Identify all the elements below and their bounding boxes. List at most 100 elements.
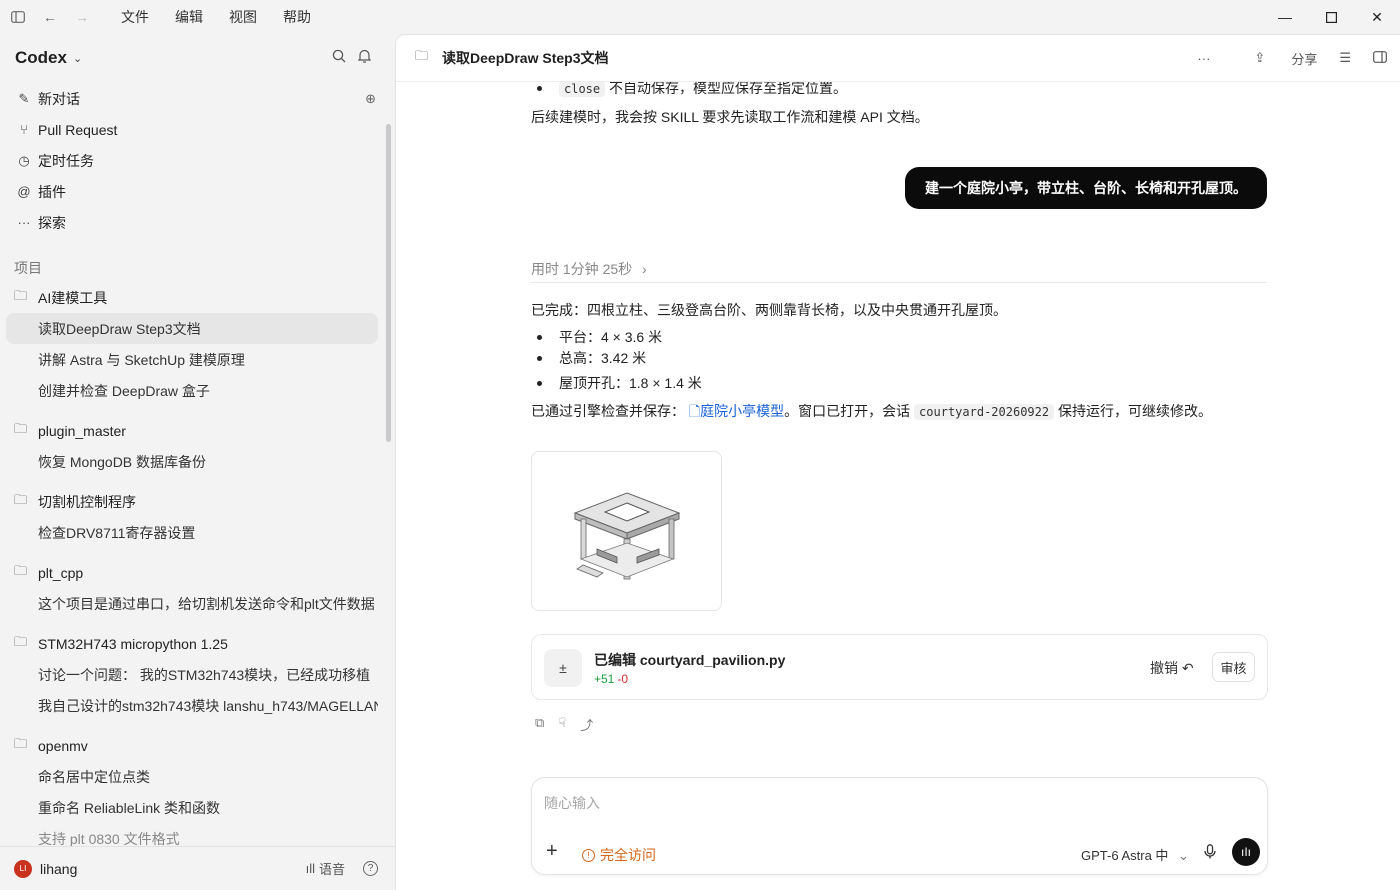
help-icon[interactable]: ? xyxy=(363,861,378,876)
app-switcher[interactable]: Codex ⌄ xyxy=(15,48,82,68)
sidebar-item-pull-request[interactable]: ⑂ Pull Request xyxy=(6,114,378,145)
page-title: 读取DeepDraw Step3文档 xyxy=(442,50,609,66)
folder-icon: 🗀 xyxy=(415,48,429,63)
thread-item[interactable]: 检查DRV8711寄存器设置 xyxy=(6,517,378,548)
diff-icon: ± xyxy=(544,649,582,687)
project-folder[interactable]: 🗀 plt_cpp xyxy=(6,557,378,588)
elapsed-time[interactable]: 用时 1分钟 25秒 › xyxy=(531,259,1267,283)
project-list: 🗀 AI建模工具 读取DeepDraw Step3文档 讲解 Astra 与 S… xyxy=(6,282,378,854)
panel-toggle-icon[interactable] xyxy=(1373,50,1387,66)
waveform-icon: ıll xyxy=(305,861,315,876)
access-level-button[interactable]: ! 完全访问 xyxy=(582,845,656,865)
forward-arrow-icon[interactable]: → xyxy=(66,0,98,34)
voice-send-button[interactable]: ıIı xyxy=(1232,838,1260,866)
project-folder[interactable]: 🗀 STM32H743 micropython 1.25 xyxy=(6,628,378,659)
list-item: 总高：3.42 米 xyxy=(531,348,646,368)
menu-file[interactable]: 文件 xyxy=(108,7,162,27)
inline-code: courtyard-20260922 xyxy=(914,404,1055,420)
chevron-down-icon: ⌄ xyxy=(1178,848,1189,863)
thread-item[interactable]: 恢复 MongoDB 数据库备份 xyxy=(6,446,378,477)
sidebar-item-label: Pull Request xyxy=(38,121,118,138)
composer[interactable]: 随心输入 + ! 完全访问 GPT-6 Astra 中 ⌄ ıIı xyxy=(531,777,1268,875)
message-input[interactable]: 随心输入 xyxy=(544,793,600,813)
model-selector[interactable]: GPT-6 Astra 中 ⌄ xyxy=(1081,845,1189,864)
thumbs-down-icon[interactable]: ☟ xyxy=(558,715,566,734)
thread-item[interactable]: 讲解 Astra 与 SketchUp 建模原理 xyxy=(6,344,378,375)
fork-icon[interactable]: ⤴ xyxy=(580,715,593,734)
sidebar-item-label: 新对话 xyxy=(38,90,80,107)
review-button[interactable]: 审核 xyxy=(1212,652,1255,682)
thread-item[interactable]: 这个项目是通过串口，给切割机发送命令和plt文件数据 xyxy=(6,588,378,619)
add-attachment-icon[interactable]: + xyxy=(546,840,558,863)
avatar[interactable]: LI xyxy=(14,859,32,878)
thread-item[interactable]: 命名居中定位点类 xyxy=(6,761,378,792)
search-icon[interactable] xyxy=(332,49,346,66)
git-pull-request-icon: ⑂ xyxy=(20,122,28,137)
saved-paragraph: 已通过引擎检查并保存： 🗋庭院小亭模型。窗口已打开，会话 courtyard-2… xyxy=(531,403,1212,420)
thread-item[interactable]: 创建并检查 DeepDraw 盒子 xyxy=(6,375,378,406)
waveform-icon: ıIı xyxy=(1240,845,1251,859)
project-folder[interactable]: 🗀 切割机控制程序 xyxy=(6,486,378,517)
sidebar-toggle-icon[interactable] xyxy=(2,0,34,34)
folder-icon: 🗀 xyxy=(14,562,28,578)
at-icon: @ xyxy=(17,184,31,199)
sidebar-item-new-chat[interactable]: ✎ 新对话 ⊕ xyxy=(6,83,378,114)
list-item: 屋顶开孔：1.8 × 1.4 米 xyxy=(531,373,702,393)
thread-item[interactable]: 我自己设计的stm32h743模块 lanshu_h743/MAGELLAN xyxy=(6,690,378,721)
undo-button[interactable]: 撤销 ↶ xyxy=(1150,658,1194,678)
edit-title: 已编辑 courtyard_pavilion.py xyxy=(594,652,786,668)
folder-icon: 🗀 xyxy=(14,420,28,436)
sidebar-item-label: 插件 xyxy=(38,183,66,200)
sidebar-footer: LI lihang ıll 语音 ? xyxy=(0,846,395,890)
plus-circle-icon[interactable]: ⊕ xyxy=(365,91,376,107)
model-link[interactable]: 🗋庭院小亭模型 xyxy=(689,403,784,419)
model-thumbnail[interactable] xyxy=(531,451,722,611)
upload-icon: ⇪ xyxy=(1254,50,1266,65)
list-item: 平台：4 × 3.6 米 xyxy=(531,327,662,347)
diff-stats: +51 -0 xyxy=(594,672,629,686)
folder-icon: 🗀 xyxy=(14,287,28,303)
folder-icon: 🗀 xyxy=(14,491,28,507)
title-bar: ← → 文件 编辑 视图 帮助 — ✕ xyxy=(0,0,1400,34)
maximize-icon[interactable] xyxy=(1308,0,1354,34)
folder-icon: 🗀 xyxy=(14,633,28,649)
project-folder[interactable]: 🗀 plugin_master xyxy=(6,415,378,446)
share-button[interactable]: ⇪ 分享 xyxy=(1232,49,1317,68)
user-message: 建一个庭院小亭，带立柱、台阶、长椅和开孔屋顶。 xyxy=(905,167,1267,209)
thread-item[interactable]: 读取DeepDraw Step3文档 xyxy=(6,313,378,344)
list-view-icon[interactable]: ☰ xyxy=(1339,50,1351,66)
sidebar-item-plugins[interactable]: @ 插件 xyxy=(6,176,378,207)
sidebar-scrollbar[interactable] xyxy=(386,124,391,442)
warning-icon: ! xyxy=(582,848,595,862)
menu-bar: 文件 编辑 视图 帮助 xyxy=(108,7,324,27)
main-panel: 🗀 读取DeepDraw Step3文档 ··· ⇪ 分享 ☰ close 不自… xyxy=(395,34,1400,890)
sidebar-item-scheduled[interactable]: ◷ 定时任务 xyxy=(6,145,378,176)
menu-view[interactable]: 视图 xyxy=(216,7,270,27)
project-folder[interactable]: 🗀 openmv xyxy=(6,730,378,761)
message-actions: ⧉ ☟ ⤴ xyxy=(535,715,593,734)
copy-icon[interactable]: ⧉ xyxy=(535,715,544,734)
voice-button[interactable]: ıll 语音 xyxy=(306,859,345,878)
project-folder[interactable]: 🗀 AI建模工具 xyxy=(6,282,378,313)
thread-item[interactable]: 讨论一个问题： 我的STM32h743模块，已经成功移植 xyxy=(6,659,378,690)
more-options-icon[interactable]: ··· xyxy=(1197,51,1210,66)
menu-edit[interactable]: 编辑 xyxy=(162,7,216,27)
menu-help[interactable]: 帮助 xyxy=(270,7,324,27)
back-arrow-icon[interactable]: ← xyxy=(34,0,66,34)
summary-paragraph: 已完成：四根立柱、三级登高台阶、两侧靠背长椅，以及中央贯通开孔屋顶。 xyxy=(531,302,1007,318)
microphone-icon[interactable] xyxy=(1204,844,1216,862)
minimize-icon[interactable]: — xyxy=(1262,0,1308,34)
main-header: 🗀 读取DeepDraw Step3文档 ··· ⇪ 分享 ☰ xyxy=(396,35,1400,82)
thread-item[interactable]: 重命名 ReliableLink 类和函数 xyxy=(6,792,378,823)
sidebar-item-explore[interactable]: ··· 探索 xyxy=(6,207,378,238)
window-controls: — ✕ xyxy=(1262,0,1400,34)
sidebar-item-label: 定时任务 xyxy=(38,152,94,169)
username[interactable]: lihang xyxy=(40,861,77,877)
close-icon[interactable]: ✕ xyxy=(1354,0,1400,34)
projects-heading: 项目 xyxy=(14,260,42,276)
file-icon: 🗋 xyxy=(688,403,701,419)
clock-icon: ◷ xyxy=(18,152,30,168)
more-icon: ··· xyxy=(17,215,31,230)
chevron-down-icon: ⌄ xyxy=(72,52,83,65)
bell-icon[interactable] xyxy=(357,49,372,66)
